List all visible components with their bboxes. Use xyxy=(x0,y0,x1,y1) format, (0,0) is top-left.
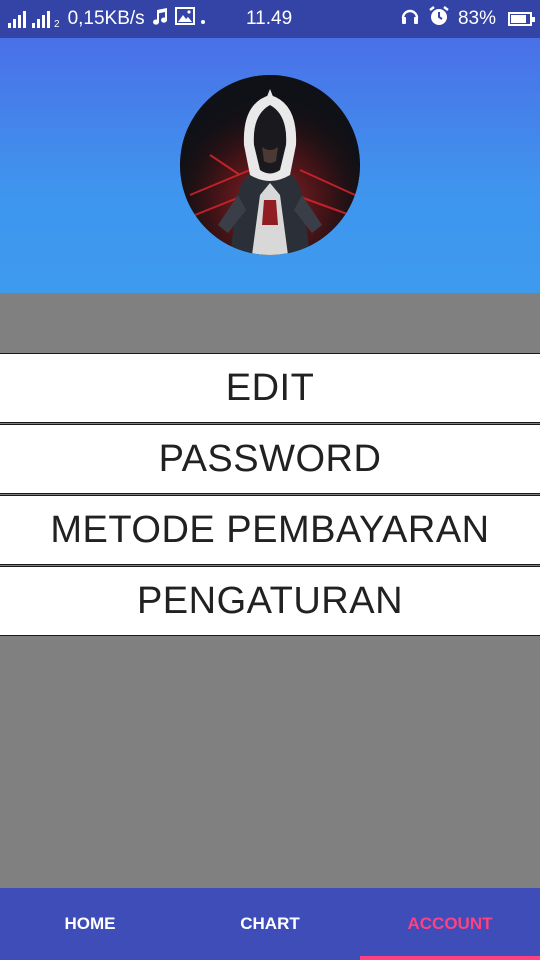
battery-icon xyxy=(508,12,535,26)
battery-percent: 83% xyxy=(457,8,496,29)
status-time: 11.49 xyxy=(246,8,293,29)
active-tab-indicator xyxy=(360,956,540,960)
status-bar-right: 83% xyxy=(400,0,535,38)
signal-icon xyxy=(8,10,26,28)
account-menu: EDIT PASSWORD METODE PEMBAYARAN PENGATUR… xyxy=(0,353,540,637)
music-note-icon xyxy=(151,7,169,31)
tab-account[interactable]: ACCOUNT xyxy=(360,888,540,960)
status-bar-left: 2 0,15KB/s xyxy=(8,0,205,38)
tab-chart[interactable]: CHART xyxy=(180,888,360,960)
status-bar: 2 0,15KB/s 11.49 83% xyxy=(0,0,540,38)
settings-button[interactable]: PENGATURAN xyxy=(0,566,540,636)
password-button[interactable]: PASSWORD xyxy=(0,424,540,494)
battery-level-fill xyxy=(511,15,526,23)
payment-method-button[interactable]: METODE PEMBAYARAN xyxy=(0,495,540,565)
tab-home[interactable]: HOME xyxy=(0,888,180,960)
profile-avatar[interactable] xyxy=(180,75,360,255)
headset-icon xyxy=(400,6,420,32)
bottom-navigation: HOME CHART ACCOUNT xyxy=(0,888,540,960)
sim-2-label: 2 xyxy=(54,19,60,30)
edit-button[interactable]: EDIT xyxy=(0,353,540,423)
alarm-icon xyxy=(428,5,450,33)
account-screen: 2 0,15KB/s 11.49 83% EDIT PASSWORD METOD… xyxy=(0,0,540,960)
tab-account-label: ACCOUNT xyxy=(407,914,493,933)
signal-h-icon xyxy=(32,10,50,28)
network-speed: 0,15KB/s xyxy=(67,8,145,29)
image-icon xyxy=(174,7,195,31)
profile-header xyxy=(0,38,540,293)
hooded-assassin-avatar xyxy=(180,75,360,255)
dot-icon xyxy=(200,8,205,30)
